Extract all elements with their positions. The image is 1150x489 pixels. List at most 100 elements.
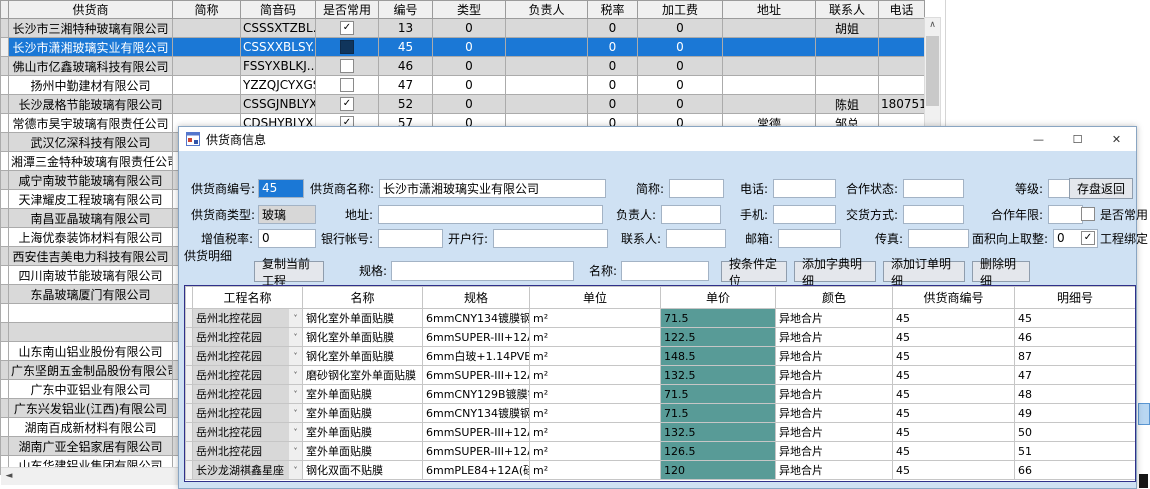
row-gutter	[1, 76, 9, 95]
project-combo[interactable]: 岳州北控花园˅	[193, 442, 302, 460]
cell-fee: 0	[638, 38, 723, 57]
bank-branch-input[interactable]	[493, 229, 608, 248]
checkbox-icon	[1081, 231, 1095, 245]
cell-contact	[816, 76, 879, 95]
copy-project-button[interactable]: 复制当前工程	[254, 261, 324, 282]
cell-code: FSSYXBLKJ..	[241, 57, 316, 76]
add-order-detail-button[interactable]: 添加订单明细	[883, 261, 965, 282]
cell-manager	[506, 57, 588, 76]
supplier-row[interactable]: 长沙市三湘特种玻璃有限公司CSSSXTZBL..13000胡姐	[1, 19, 925, 38]
delivery-method-input[interactable]	[903, 205, 964, 224]
common-use-checkbox[interactable]: 是否常用	[1081, 206, 1148, 223]
detail-row[interactable]: 岳州北控花园˅钢化室外单面贴膜6mmSUPER-III+12A(硅...m²12…	[186, 328, 1136, 347]
fax-input[interactable]	[908, 229, 969, 248]
scroll-up-icon[interactable]: ∧	[925, 18, 940, 34]
detail-row[interactable]: 岳州北控花园˅室外单面贴膜6mmSUPER-III+12A(硅...m²132.…	[186, 423, 1136, 442]
project-combo[interactable]: 岳州北控花园˅	[193, 328, 302, 346]
email-input[interactable]	[778, 229, 841, 248]
coop-years-label: 合作年限:	[964, 206, 1048, 223]
common-checkbox[interactable]	[340, 97, 354, 111]
cell-name: 室外单面贴膜	[303, 404, 423, 423]
project-combo[interactable]: 长沙龙湖祺鑫星座˅	[193, 461, 302, 479]
coop-status-input[interactable]	[903, 179, 964, 198]
scroll-left-icon[interactable]: ◄	[1, 468, 17, 485]
mobile-input[interactable]	[773, 205, 836, 224]
dialog-titlebar[interactable]: 供货商信息 — ☐ ✕	[179, 127, 1136, 151]
cell-price: 120	[661, 461, 776, 480]
chevron-down-icon: ˅	[289, 404, 302, 422]
cell-id: 46	[379, 57, 433, 76]
project-combo[interactable]: 岳州北控花园˅	[193, 404, 302, 422]
column-header: 供货商	[9, 1, 173, 19]
row-gutter	[1, 57, 9, 76]
common-checkbox[interactable]	[340, 40, 354, 54]
cell-phone: 180751	[879, 95, 925, 114]
detail-row[interactable]: 岳州北控花园˅钢化室外单面贴膜6mm白玻+1.14PVB+6mm...m²148…	[186, 347, 1136, 366]
detail-row[interactable]: 岳州北控花园˅钢化室外单面贴膜6mmCNY134镀膜钢化m²71.5异地合片45…	[186, 309, 1136, 328]
project-combo[interactable]: 岳州北控花园˅	[193, 385, 302, 403]
maximize-icon[interactable]: ☐	[1058, 127, 1097, 151]
contact-input[interactable]	[666, 229, 726, 248]
project-combo[interactable]: 岳州北控花园˅	[193, 366, 302, 384]
common-checkbox[interactable]	[340, 78, 354, 92]
cell-type: 0	[433, 95, 506, 114]
cell-supplier-id: 45	[893, 347, 1015, 366]
name-input[interactable]	[621, 261, 709, 281]
detail-toolbar: 复制当前工程规格:名称:按条件定位添加字典明细添加订单明细删除明细	[179, 261, 1136, 283]
detail-row[interactable]: 岳州北控花园˅室外单面贴膜6mmSUPER-III+12A(硅...m²126.…	[186, 442, 1136, 461]
supplier-row[interactable]: 佛山市亿鑫玻璃科技有限公司FSSYXBLKJ..46000	[1, 57, 925, 76]
cell-detail-id: 66	[1015, 461, 1136, 480]
project-combo[interactable]: 岳州北控花园˅	[193, 309, 302, 327]
detail-grid: 工程名称名称规格单位单价颜色供货商编号明细号 岳州北控花园˅钢化室外单面贴膜6m…	[184, 285, 1136, 482]
cell-contact	[816, 38, 879, 57]
delete-detail-button[interactable]: 删除明细	[972, 261, 1030, 282]
cell-phone	[879, 38, 925, 57]
cell-project: 岳州北控花园˅	[193, 366, 303, 385]
coop-years-input[interactable]	[1048, 205, 1083, 224]
cell-unit: m²	[530, 423, 661, 442]
common-checkbox[interactable]	[340, 59, 354, 73]
vat-rate-input[interactable]: 0	[258, 229, 316, 248]
project-combo-value: 岳州北控花园	[193, 404, 289, 422]
detail-row[interactable]: 长沙龙湖祺鑫星座˅钢化双面不贴膜6mmPLE84+12A(硅酮胶...m²120…	[186, 461, 1136, 480]
name-label: 名称:	[574, 261, 617, 282]
supplier-row[interactable]: 长沙晟格节能玻璃有限公司CSSGJNBLYXGS52000陈姐180751	[1, 95, 925, 114]
detail-row[interactable]: 岳州北控花园˅磨砂钢化室外单面贴膜6mmSUPER-III+12A(硅...m²…	[186, 366, 1136, 385]
supplier-row[interactable]: 长沙市潇湘玻璃实业有限公司CSSXXBLSY..45000	[1, 38, 925, 57]
locate-by-condition-button[interactable]: 按条件定位	[721, 261, 787, 282]
bank-account-input[interactable]	[378, 229, 443, 248]
cell-common	[316, 76, 379, 95]
field-value: 0	[262, 231, 270, 245]
cell-short-name	[173, 38, 241, 57]
minimize-icon[interactable]: —	[1019, 127, 1058, 151]
cell-unit: m²	[530, 404, 661, 423]
detail-row[interactable]: 岳州北控花园˅室外单面贴膜6mmCNY134镀膜钢化m²71.5异地合片4549	[186, 404, 1136, 423]
field-value: 玻璃	[262, 206, 286, 223]
add-dict-detail-button[interactable]: 添加字典明细	[794, 261, 876, 282]
project-combo-value: 岳州北控花园	[193, 423, 289, 441]
supplier-id-input[interactable]: 45	[258, 179, 304, 198]
detail-column-header: 供货商编号	[893, 287, 1015, 309]
supplier-row[interactable]: 扬州中勤建材有限公司YZZQJCYXGS47000	[1, 76, 925, 95]
field-value: 45	[262, 181, 277, 195]
form-row-3: 增值税率:0银行帐号:开户行:联系人:邮箱:传真:面积向上取整:0˅工程绑定	[191, 228, 1098, 248]
phone-input[interactable]	[773, 179, 836, 198]
project-combo[interactable]: 岳州北控花园˅	[193, 347, 302, 365]
project-combo-value: 岳州北控花园	[193, 347, 289, 365]
address-input[interactable]	[378, 205, 603, 224]
cell-supplier: 南昌亚晶玻璃有限公司	[9, 209, 173, 228]
close-icon[interactable]: ✕	[1097, 127, 1136, 151]
spec-input[interactable]	[391, 261, 574, 281]
supplier-type-input[interactable]: 玻璃	[258, 205, 316, 224]
common-checkbox[interactable]	[340, 21, 354, 35]
project-bind-checkbox[interactable]: 工程绑定	[1081, 230, 1148, 247]
project-combo[interactable]: 岳州北控花园˅	[193, 423, 302, 441]
vertical-scroll-thumb[interactable]	[926, 36, 939, 106]
save-return-button[interactable]: 存盘返回	[1069, 178, 1133, 199]
row-gutter	[186, 328, 193, 347]
supplier-name-input[interactable]: 长沙市潇湘玻璃实业有限公司	[379, 179, 606, 198]
manager-input[interactable]	[661, 205, 721, 224]
row-gutter	[186, 309, 193, 328]
short-name-input[interactable]	[669, 179, 724, 198]
detail-row[interactable]: 岳州北控花园˅室外单面贴膜6mmCNY129B镀膜钢化m²71.5异地合片454…	[186, 385, 1136, 404]
